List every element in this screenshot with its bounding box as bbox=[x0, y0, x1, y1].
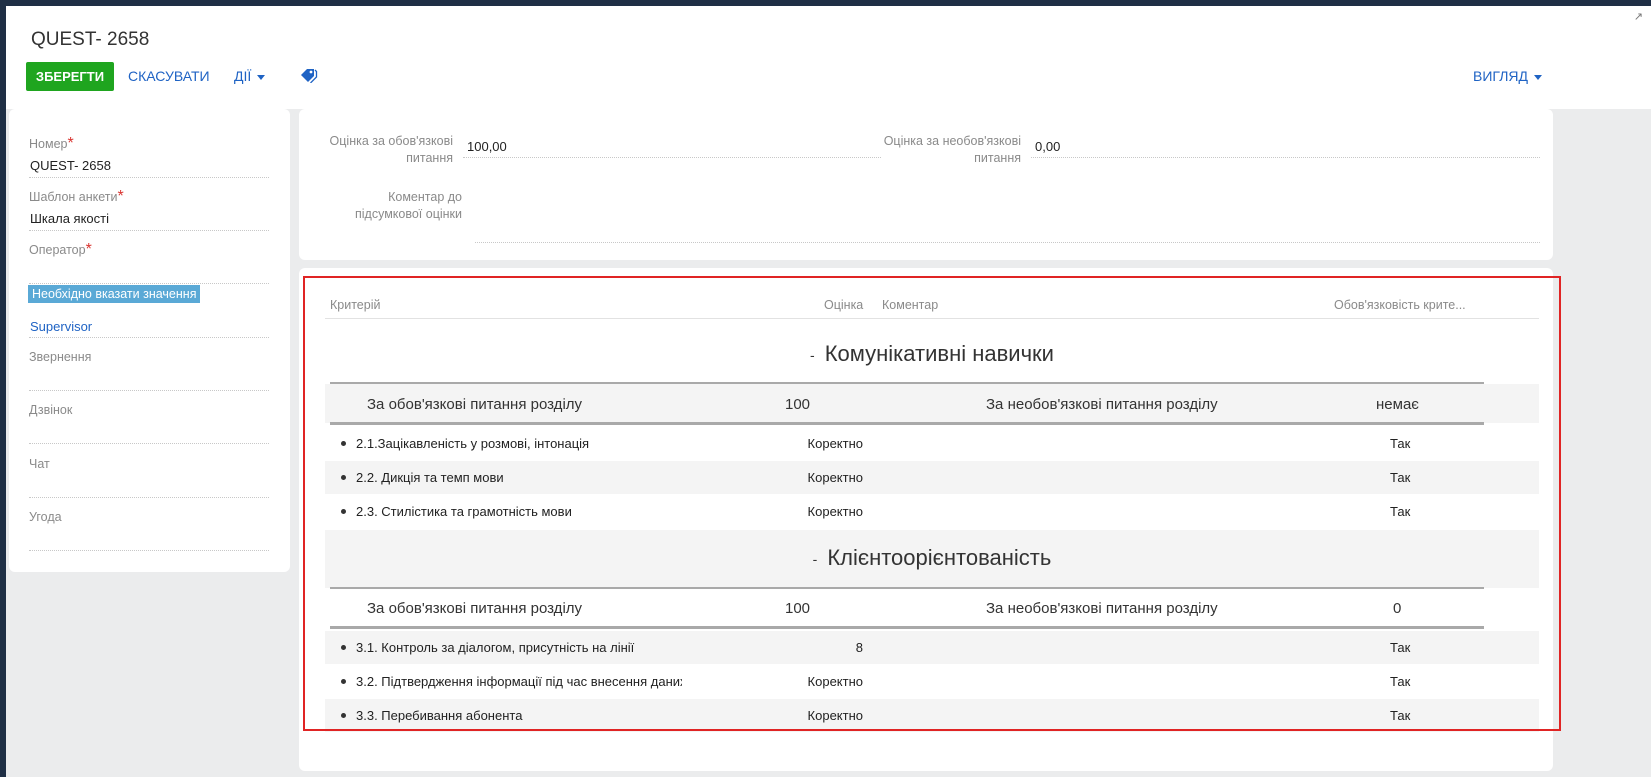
actions-dropdown[interactable]: ДІЇ bbox=[234, 68, 266, 84]
save-button[interactable]: ЗБЕРЕГТИ bbox=[26, 62, 114, 91]
comment-label: Коментар до підсумкової оцінки bbox=[355, 190, 462, 221]
reviewer-value[interactable]: Supervisor bbox=[30, 319, 92, 334]
comment-field[interactable] bbox=[475, 242, 1540, 243]
expand-icon[interactable]: ↗ bbox=[1634, 10, 1643, 23]
actions-label: ДІЇ bbox=[234, 68, 252, 84]
appeal-field[interactable]: Звернення bbox=[29, 348, 269, 391]
left-details-panel: Номер* QUEST- 2658 Шаблон анкети* Шкала … bbox=[9, 109, 290, 572]
optional-score-label: Оцінка за необов'язкові питання bbox=[883, 134, 1021, 165]
required-tooltip: Необхідно вказати значення bbox=[28, 285, 201, 303]
col-score[interactable]: Оцінка bbox=[824, 298, 863, 312]
col-comment[interactable]: Коментар bbox=[882, 298, 938, 312]
template-field[interactable]: Шаблон анкети* Шкала якості bbox=[29, 188, 269, 231]
view-label: ВИГЛЯД bbox=[1473, 68, 1528, 84]
table-row[interactable]: 2.1.Зацікавленість у розмові, інтонація … bbox=[325, 427, 1539, 460]
collapse-icon[interactable]: - bbox=[813, 551, 818, 567]
mandatory-score-label: Оцінка за обов'язкові питання bbox=[329, 134, 453, 165]
chevron-down-icon bbox=[1533, 74, 1542, 80]
section-summary: За обов'язкові питання розділу 100 За не… bbox=[325, 384, 1539, 423]
scores-panel bbox=[299, 109, 1553, 260]
page-header: QUEST- 2658 ↗ ЗБЕРЕГТИ СКАСУВАТИ ДІЇ ВИГ… bbox=[6, 6, 1651, 109]
chevron-down-icon bbox=[257, 74, 266, 80]
deal-field[interactable]: Угода bbox=[29, 508, 269, 551]
number-field[interactable]: Номер* QUEST- 2658 bbox=[29, 135, 269, 178]
number-value: QUEST- 2658 bbox=[30, 158, 111, 173]
call-field[interactable]: Дзвінок bbox=[29, 401, 269, 444]
view-dropdown[interactable]: ВИГЛЯД bbox=[1473, 68, 1542, 84]
table-row[interactable]: 3.1. Контроль за діалогом, присутність н… bbox=[325, 631, 1539, 664]
mandatory-score-value[interactable]: 100,00 bbox=[467, 139, 507, 154]
section-title[interactable]: - Комунікативні навички bbox=[325, 341, 1539, 367]
page-title: QUEST- 2658 bbox=[31, 29, 150, 50]
chat-field[interactable]: Чат bbox=[29, 455, 269, 498]
collapse-icon[interactable]: - bbox=[810, 347, 815, 363]
tag-icon[interactable] bbox=[300, 67, 318, 83]
table-row[interactable]: 3.2. Підтвердження інформації під час вн… bbox=[325, 665, 1539, 698]
col-criterion[interactable]: Критерій bbox=[330, 298, 380, 312]
template-value: Шкала якості bbox=[30, 211, 109, 226]
table-row[interactable]: 3.3. Перебивання абонента Коректно Так bbox=[325, 699, 1539, 732]
cancel-button[interactable]: СКАСУВАТИ bbox=[128, 68, 210, 84]
section-summary: За обов'язкові питання розділу 100 За не… bbox=[325, 589, 1539, 628]
section-title[interactable]: - Клієнтоорієнтованість bbox=[325, 545, 1539, 571]
operator-field[interactable]: Оператор* bbox=[29, 241, 269, 284]
col-mandatory[interactable]: Обов'язковість крите... bbox=[1334, 298, 1466, 312]
optional-score-value[interactable]: 0,00 bbox=[1035, 139, 1060, 154]
table-row[interactable]: 2.3. Стилістика та грамотність мови Коре… bbox=[325, 495, 1539, 528]
table-row[interactable]: 2.2. Дикція та темп мови Коректно Так bbox=[325, 461, 1539, 494]
